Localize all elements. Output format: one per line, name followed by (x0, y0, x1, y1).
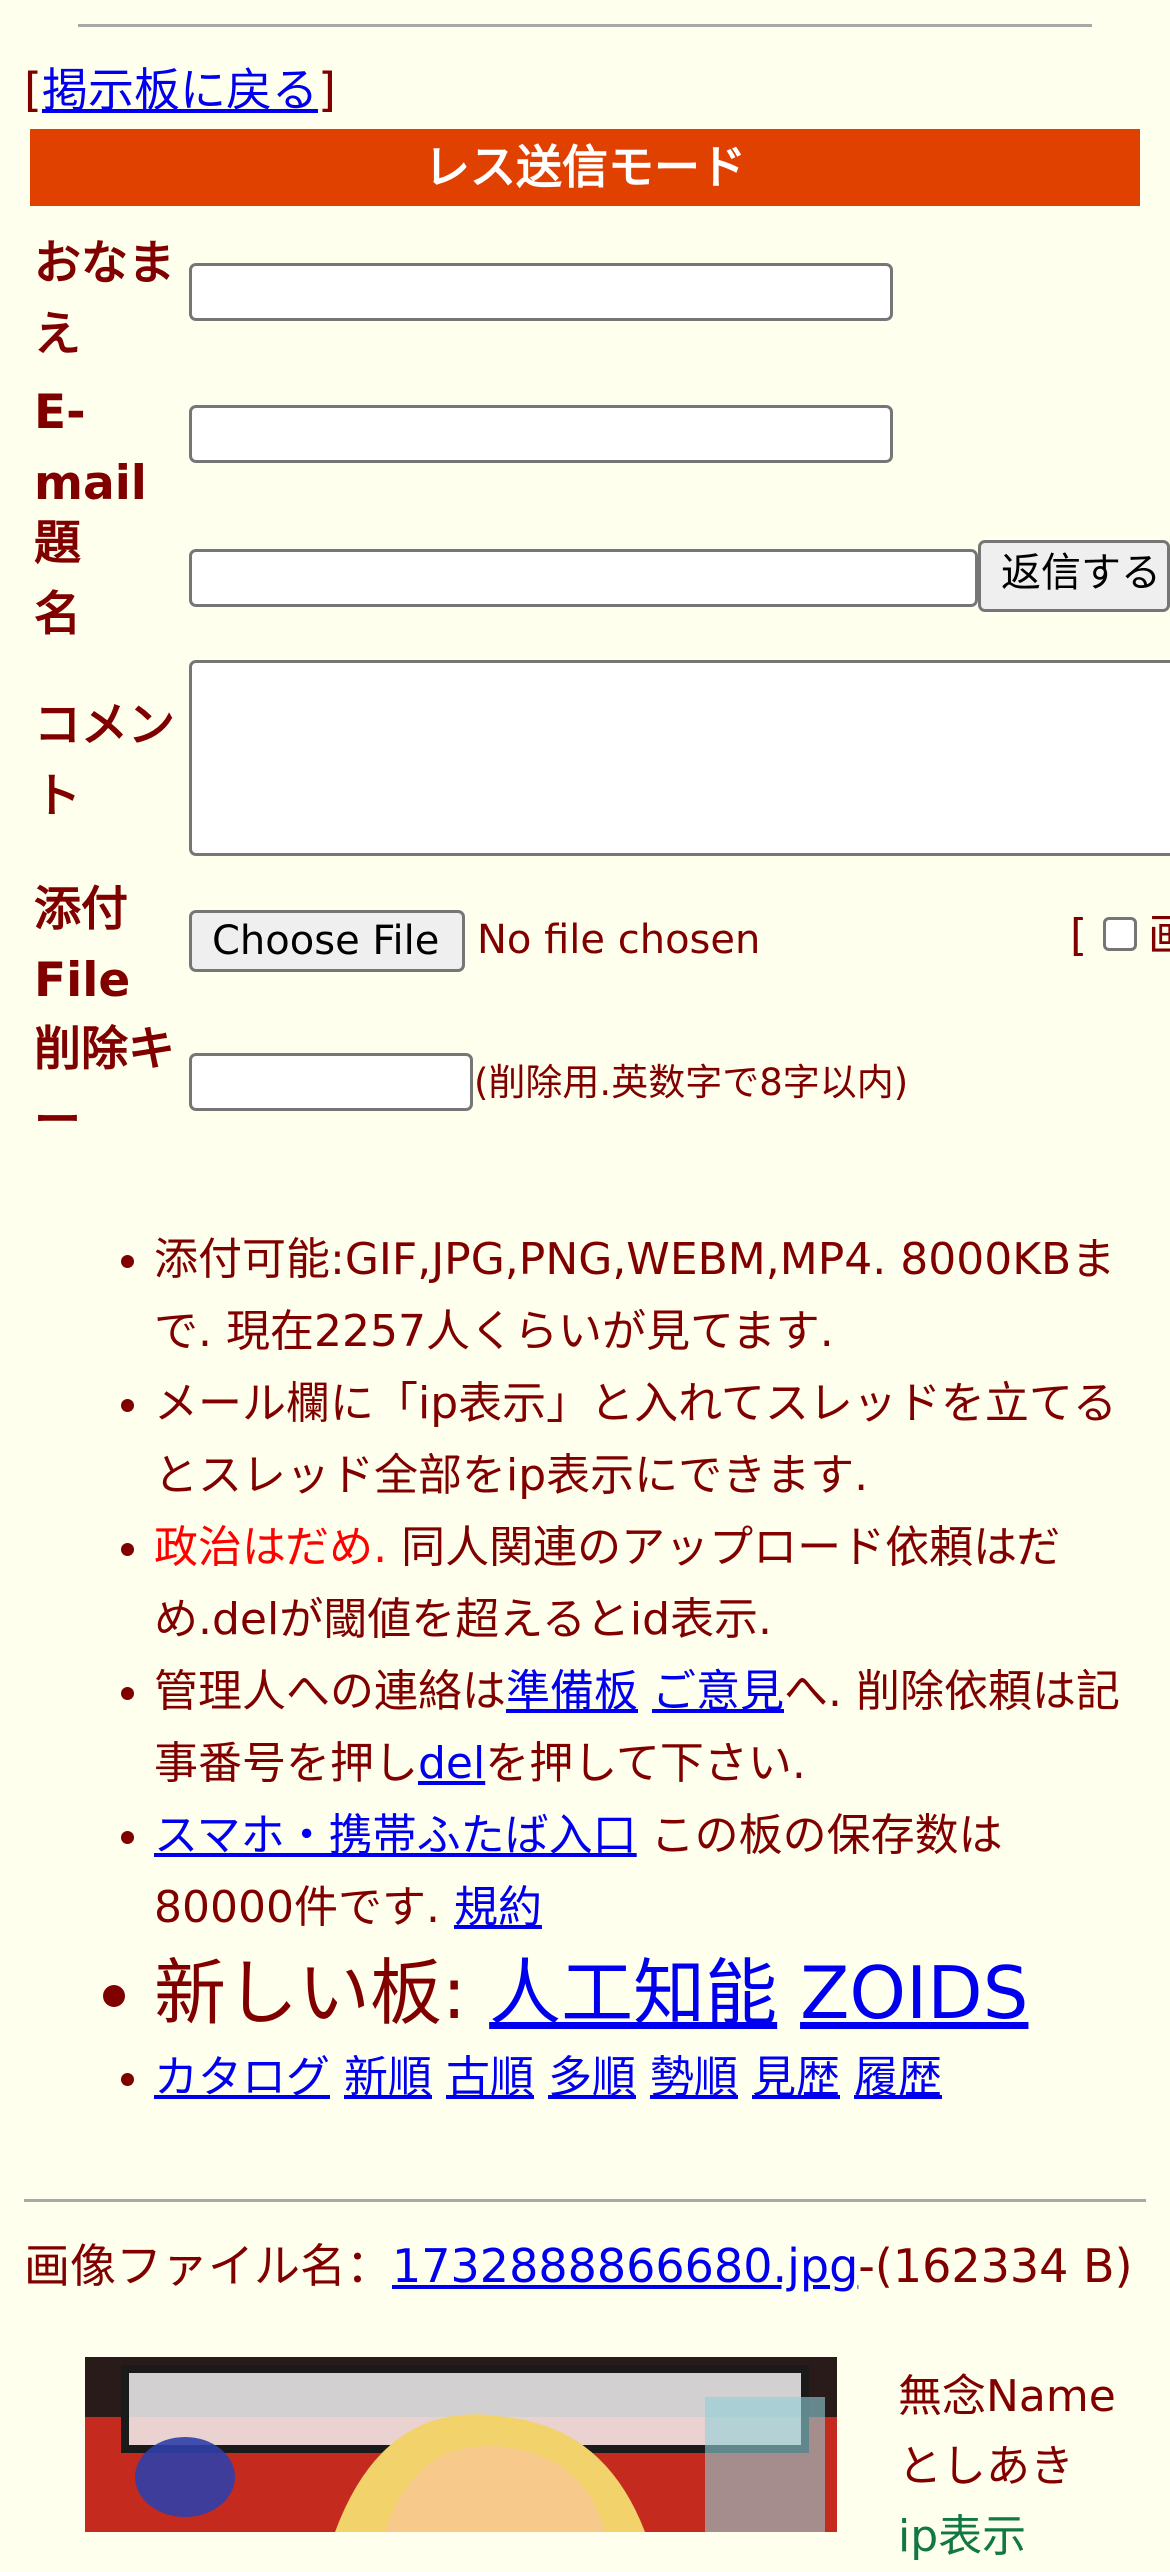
subject-label: 題名 (34, 516, 81, 642)
delete-key-label: 削除キー (34, 1022, 175, 1148)
post-history-link[interactable]: 履歴 (854, 2052, 942, 2103)
post-thumbnail[interactable] (85, 2357, 837, 2532)
back-to-board-link[interactable]: 掲示板に戻る (42, 63, 318, 117)
comment-textarea[interactable] (189, 660, 1170, 856)
name-input[interactable] (189, 263, 893, 321)
name-label: おなまえ (34, 236, 175, 362)
post-author-name: としあき (898, 2441, 1074, 2492)
note-new-boards: 新しい板: 人工知能 ZOIDS (154, 1944, 1130, 2042)
note-sort-links: カタログ 新順 古順 多順 勢順 見歴 履歴 (154, 2042, 1130, 2114)
ai-board-link[interactable]: 人工知能 (489, 1951, 777, 2035)
sort-most-link[interactable]: 多順 (548, 2052, 636, 2103)
image-option-bracket: [ (1070, 910, 1088, 961)
new-boards-label: 新しい板: (154, 1951, 490, 2035)
note-contact-text: 管理人への連絡は (154, 1666, 506, 1717)
post-name-label: 無念Name (898, 2371, 1116, 2422)
back-nav: [掲示板に戻る] (24, 62, 336, 118)
image-option-checkbox[interactable] (1103, 917, 1137, 951)
note-mobile: スマホ・携帯ふたば入口 この板の保存数は80000件です. 規約 (154, 1800, 1130, 1944)
prep-board-link[interactable]: 準備板 (506, 1666, 638, 1717)
post-id-label: ip表示 (898, 2511, 1027, 2562)
delete-key-input[interactable] (189, 1053, 473, 1111)
note-rules: 政治はだめ. 同人関連のアップロード依頼はだめ.delが閾値を超えるとid表示. (154, 1512, 1130, 1656)
zoids-board-link[interactable]: ZOIDS (800, 1951, 1028, 2035)
catalog-link[interactable]: カタログ (154, 2052, 330, 2103)
file-size: -(162334 B) (858, 2239, 1133, 2293)
sort-oldest-link[interactable]: 古順 (446, 2052, 534, 2103)
note-ip-display: メール欄に「ip表示」と入れてスレッドを立てるとスレッド全部をip表示にできます… (154, 1368, 1130, 1512)
choose-file-button[interactable]: Choose File (189, 910, 465, 972)
sort-momentum-link[interactable]: 勢順 (650, 2052, 738, 2103)
top-divider (78, 24, 1092, 27)
file-label: 添付File (34, 882, 131, 1008)
subject-input[interactable] (189, 549, 978, 607)
reply-mode-banner: レス送信モード (30, 129, 1140, 206)
mobile-entrance-link[interactable]: スマホ・携帯ふたば入口 (154, 1810, 637, 1861)
email-input[interactable] (189, 405, 893, 463)
note-upload-text: 添付可能:GIF,JPG,PNG,WEBM,MP4. 8000KBまで. 現在2… (154, 1234, 1116, 1357)
sort-newest-link[interactable]: 新順 (344, 2052, 432, 2103)
note-upload-limits: 添付可能:GIF,JPG,PNG,WEBM,MP4. 8000KBまで. 現在2… (154, 1224, 1130, 1368)
post-author-block: 無念Name としあき ip表示 (898, 2362, 1116, 2572)
note-politics-warning: 政治はだめ. (154, 1522, 388, 1573)
comment-label: コメント (34, 698, 175, 824)
bracket-close: ] (317, 63, 336, 117)
no-file-status: No file chosen (477, 917, 761, 963)
note-ip-text: メール欄に「ip表示」と入れてスレッドを立てるとスレッド全部をip表示にできます… (154, 1378, 1117, 1501)
board-notes: 添付可能:GIF,JPG,PNG,WEBM,MP4. 8000KBまで. 現在2… (0, 1224, 1130, 2114)
del-link[interactable]: del (418, 1738, 485, 1789)
thread-divider (24, 2199, 1146, 2202)
post-file-info: 画像ファイル名：1732888866680.jpg-(162334 B) (24, 2236, 1154, 2296)
image-option-label: 画 (1148, 906, 1170, 966)
feedback-link[interactable]: ご意見 (652, 1666, 784, 1717)
thumbnail-image (85, 2357, 837, 2532)
image-file-link[interactable]: 1732888866680.jpg (392, 2239, 858, 2293)
note-delete-tail: を押して下さい. (485, 1738, 806, 1789)
bracket-open: [ (24, 63, 42, 117)
terms-link[interactable]: 規約 (454, 1882, 542, 1933)
view-history-link[interactable]: 見歴 (752, 2052, 840, 2103)
email-label: E-mail (34, 385, 147, 511)
delete-key-hint: (削除用.英数字で8字以内) (474, 1061, 909, 1104)
reply-submit-button[interactable]: 返信する (978, 540, 1170, 612)
note-contact: 管理人への連絡は準備板 ご意見へ. 削除依頼は記事番号を押しdelを押して下さい… (154, 1656, 1130, 1800)
file-name-label: 画像ファイル名： (24, 2239, 392, 2293)
